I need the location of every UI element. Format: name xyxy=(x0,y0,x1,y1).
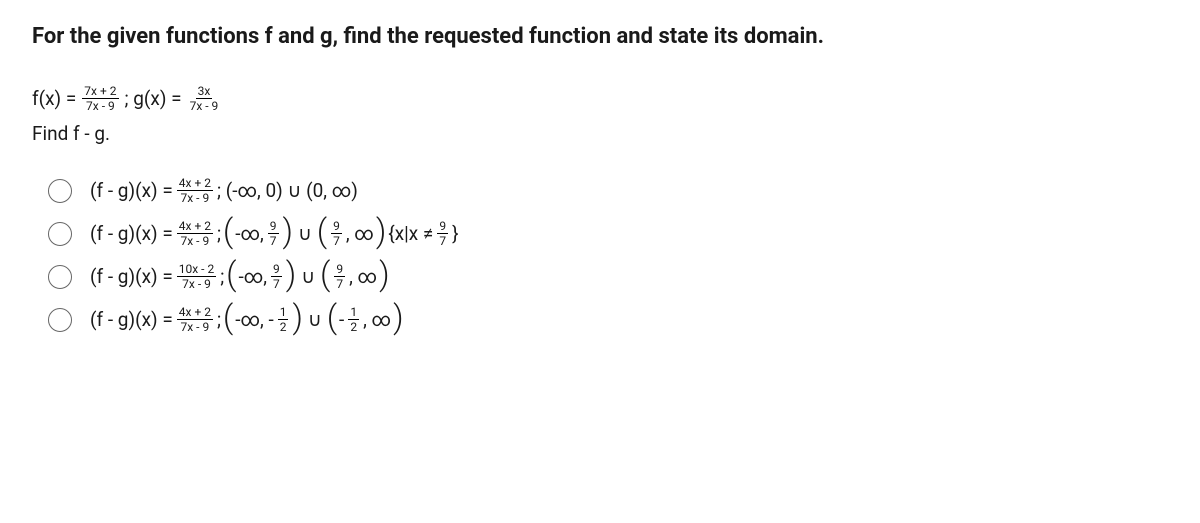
radio-option-c[interactable] xyxy=(48,265,72,289)
frac-num: 3x xyxy=(196,85,213,99)
set-fraction: 9 7 xyxy=(437,220,448,247)
right-paren-icon: ) xyxy=(376,219,386,245)
option-row: (f - g)(x) = 4x + 2 7x - 9 ; ( -∞, 9 7 )… xyxy=(32,220,1168,247)
frac-den: 7 xyxy=(331,234,342,247)
result-fraction: 4x + 2 7x - 9 xyxy=(177,220,213,247)
union-symbol: ∪ xyxy=(298,222,312,245)
option-row: (f - g)(x) = 10x - 2 7x - 9 ; ( -∞, 9 7 … xyxy=(32,263,1168,290)
frac-den: 7x - 9 xyxy=(179,191,212,204)
frac-num: 9 xyxy=(331,220,342,234)
right-paren-icon: ) xyxy=(283,219,293,245)
frac-num: 1 xyxy=(348,306,359,320)
radio-option-a[interactable] xyxy=(48,179,72,203)
option-row: (f - g)(x) = 4x + 2 7x - 9 ; ( -∞, - 1 2… xyxy=(32,306,1168,333)
frac-num: 9 xyxy=(268,220,279,234)
frac-num: 7x + 2 xyxy=(82,85,118,99)
radio-option-b[interactable] xyxy=(48,222,72,246)
fraction-g: 3x 7x - 9 xyxy=(188,85,221,112)
frac-num: 4x + 2 xyxy=(177,306,213,320)
bound-fraction: 1 2 xyxy=(348,306,359,333)
frac-den: 7x - 9 xyxy=(179,320,212,333)
frac-den: 7 xyxy=(437,234,448,247)
frac-den: 2 xyxy=(348,320,359,333)
semi: ; xyxy=(217,308,221,331)
left-paren-icon: ( xyxy=(327,305,337,331)
function-definitions: f(x) = 7x + 2 7x - 9 ; g(x) = 3x 7x - 9 xyxy=(32,85,1168,112)
frac-num: 1 xyxy=(278,306,289,320)
frac-num: 9 xyxy=(437,220,448,234)
option-math: (f - g)(x) = 4x + 2 7x - 9 ; ( -∞, 9 7 )… xyxy=(90,220,459,247)
frac-den: 7x - 9 xyxy=(188,99,221,112)
result-fraction: 4x + 2 7x - 9 xyxy=(177,306,213,333)
bound-fraction: 9 7 xyxy=(271,263,282,290)
frac-den: 7 xyxy=(268,234,279,247)
frac-den: 2 xyxy=(278,320,289,333)
bound-fraction: 9 7 xyxy=(334,263,345,290)
semi: ; xyxy=(217,222,221,245)
frac-den: 7 xyxy=(334,277,345,290)
lhs: (f - g)(x) = xyxy=(90,265,173,288)
fx-prefix: f(x) = xyxy=(32,87,76,110)
right-paren-icon: ) xyxy=(286,262,296,288)
right-paren-icon: ) xyxy=(379,262,389,288)
semi: ; xyxy=(220,265,224,288)
options-list: (f - g)(x) = 4x + 2 7x - 9 ; (-∞, 0) ∪ (… xyxy=(32,177,1168,333)
neg-sign: - xyxy=(339,308,344,331)
frac-num: 4x + 2 xyxy=(177,177,213,191)
option-math: (f - g)(x) = 10x - 2 7x - 9 ; ( -∞, 9 7 … xyxy=(90,263,390,290)
option-math: (f - g)(x) = 4x + 2 7x - 9 ; (-∞, 0) ∪ (… xyxy=(90,177,358,204)
right-paren-icon: ) xyxy=(292,305,302,331)
left-paren-icon: ( xyxy=(317,219,327,245)
interval2-hi: , ∞ xyxy=(349,265,377,288)
radio-option-d[interactable] xyxy=(48,308,72,332)
lhs: (f - g)(x) = xyxy=(90,179,173,202)
frac-den: 7 xyxy=(271,277,282,290)
interval1-lo: -∞, xyxy=(238,265,267,288)
interval1-lo: -∞, xyxy=(235,222,264,245)
result-fraction: 4x + 2 7x - 9 xyxy=(177,177,213,204)
set-close: } xyxy=(452,222,458,245)
result-fraction: 10x - 2 7x - 9 xyxy=(177,263,216,290)
option-row: (f - g)(x) = 4x + 2 7x - 9 ; (-∞, 0) ∪ (… xyxy=(32,177,1168,204)
union-symbol: ∪ xyxy=(301,265,315,288)
left-paren-icon: ( xyxy=(223,219,233,245)
fraction-f: 7x + 2 7x - 9 xyxy=(82,85,118,112)
left-paren-icon: ( xyxy=(320,262,330,288)
frac-num: 4x + 2 xyxy=(177,220,213,234)
frac-num: 9 xyxy=(271,263,282,277)
lhs: (f - g)(x) = xyxy=(90,222,173,245)
left-paren-icon: ( xyxy=(223,305,233,331)
sep: ; g(x) = xyxy=(125,87,182,110)
bound-fraction: 9 7 xyxy=(331,220,342,247)
interval1-lo: -∞, - xyxy=(235,308,274,331)
interval2-hi: , ∞ xyxy=(363,308,391,331)
interval2-hi: , ∞ xyxy=(346,222,374,245)
frac-den: 7x - 9 xyxy=(84,99,117,112)
right-paren-icon: ) xyxy=(393,305,403,331)
lhs: (f - g)(x) = xyxy=(90,308,173,331)
bound-fraction: 1 2 xyxy=(278,306,289,333)
find-text: Find f - g. xyxy=(32,122,1168,145)
bound-fraction: 9 7 xyxy=(268,220,279,247)
domain-text: ; (-∞, 0) ∪ (0, ∞) xyxy=(217,179,358,202)
union-symbol: ∪ xyxy=(308,308,322,331)
frac-num: 10x - 2 xyxy=(177,263,216,277)
option-math: (f - g)(x) = 4x + 2 7x - 9 ; ( -∞, - 1 2… xyxy=(90,306,404,333)
frac-den: 7x - 9 xyxy=(179,234,212,247)
left-paren-icon: ( xyxy=(226,262,236,288)
page-title: For the given functions f and g, find th… xyxy=(32,24,1168,49)
frac-num: 9 xyxy=(334,263,345,277)
frac-den: 7x - 9 xyxy=(180,277,213,290)
set-open: {x|x ≠ xyxy=(388,222,433,245)
